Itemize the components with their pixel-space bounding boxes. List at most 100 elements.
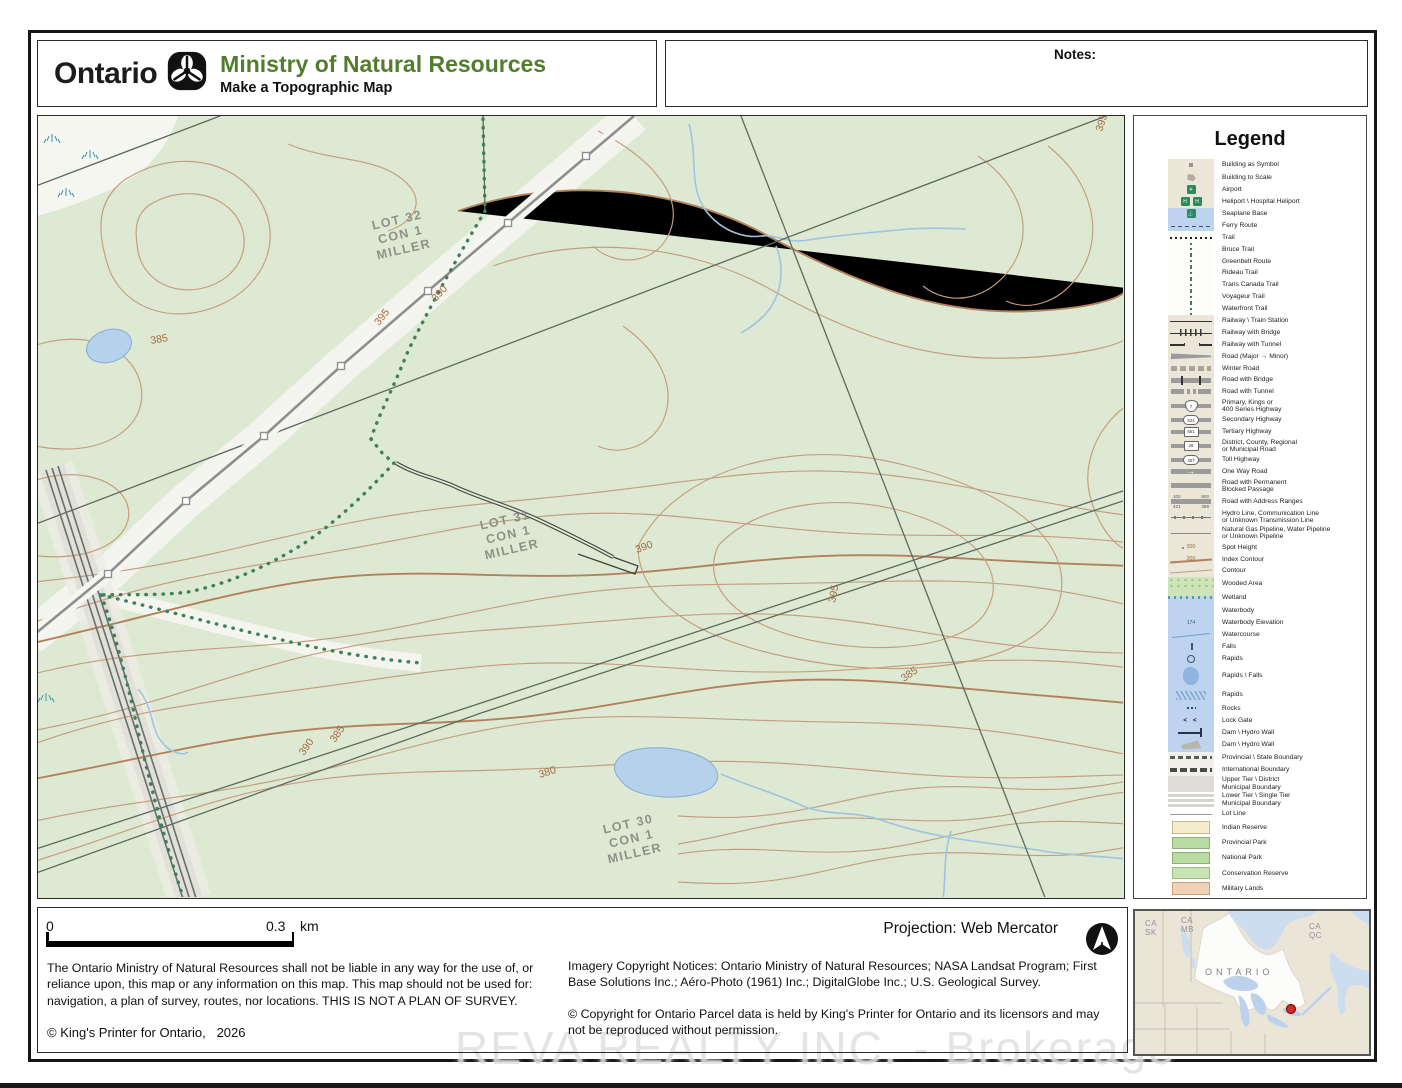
legend-label: Railway \ Train Station — [1222, 317, 1289, 324]
legend-item: Hydro Line, Communication Lineor Unknown… — [1134, 509, 1366, 525]
legend-label: Spot Height — [1222, 544, 1257, 551]
legend-item: Greenbelt Route — [1134, 255, 1366, 267]
lower_bound-icon — [1168, 792, 1214, 808]
road_addr-icon: 100500421499 — [1168, 494, 1214, 509]
legend-item: Waterbody — [1134, 605, 1366, 617]
legend-label: Dam \ Hydro Wall — [1222, 741, 1274, 748]
legend-label: Railway with Bridge — [1222, 329, 1280, 336]
legend-item: Railway \ Train Station — [1134, 315, 1366, 327]
wooded-icon — [1168, 577, 1214, 591]
legend-label: Provincial \ State Boundary — [1222, 754, 1303, 761]
trail_sq-icon — [1168, 255, 1214, 267]
legend-item: Winter Road — [1134, 362, 1366, 374]
dam1-icon — [1168, 726, 1214, 738]
legend-label: Indian Reserve — [1222, 824, 1267, 831]
ferry-icon — [1168, 220, 1214, 232]
legend-label: International Boundary — [1222, 766, 1289, 773]
lockgate-icon: < < — [1168, 714, 1214, 726]
legend-item: 7Primary, Kings or400 Series Highway — [1134, 398, 1366, 414]
legend-item: National Park — [1134, 850, 1366, 865]
legend-label: One Way Road — [1222, 468, 1267, 475]
legend-item: International Boundary — [1134, 764, 1366, 776]
legend-item: Road (Major → Minor) — [1134, 350, 1366, 362]
legend-label: Winter Road — [1222, 365, 1259, 372]
legend-item: Conservation Reserve — [1134, 866, 1366, 881]
ontario-trillium-logo-icon — [167, 51, 207, 96]
footer-panel: 0 0.3 km The Ontario Ministry of Natural… — [37, 907, 1128, 1053]
legend-label: Building to Scale — [1222, 174, 1272, 181]
notes-panel: Notes: — [665, 40, 1368, 107]
hwy_tertiary-icon: 661 — [1168, 426, 1214, 438]
legend-label: Dam \ Hydro Wall — [1222, 729, 1274, 736]
legend-item: Upper Tier \ DistrictMunicipal Boundary — [1134, 776, 1366, 792]
legend-label: Waterbody — [1222, 607, 1254, 614]
road_tunnel-icon — [1168, 386, 1214, 398]
legend-item: Natural Gas Pipeline, Water Pipelineor U… — [1134, 525, 1366, 541]
legend-item: Military Lands — [1134, 881, 1366, 896]
scalebar-unit: km — [300, 918, 319, 934]
road_major-icon — [1168, 350, 1214, 362]
legend-label: Provincial Park — [1222, 839, 1267, 846]
legend-item: Voyageur Trail — [1134, 291, 1366, 303]
bldg_sym-icon — [1168, 159, 1214, 171]
legend-label: Lot Line — [1222, 810, 1246, 817]
spot-icon: 300 — [1168, 541, 1214, 553]
legend-item: Rapids — [1134, 688, 1366, 703]
legend-item: Road with PermanentBlocked Passage — [1134, 478, 1366, 494]
legend-item: Rideau Trail — [1134, 267, 1366, 279]
legend-label: Seaplane Base — [1222, 210, 1267, 217]
legend-label: Road with PermanentBlocked Passage — [1222, 479, 1286, 494]
legend-label: Airport — [1222, 186, 1242, 193]
legend-item: 407Toll Highway — [1134, 454, 1366, 466]
falls-icon — [1168, 641, 1214, 653]
map-panel: 395 390 385 390 395 385 390 385 380 395 … — [37, 115, 1125, 899]
legend-label: Lower Tier \ Single TierMunicipal Bounda… — [1222, 792, 1290, 807]
legend-label: Waterfront Trail — [1222, 305, 1267, 312]
legend-item: Lower Tier \ Single TierMunicipal Bounda… — [1134, 792, 1366, 808]
pipeline-icon — [1168, 525, 1214, 541]
legend-panel: Legend Building as SymbolBuilding to Sca… — [1133, 115, 1367, 899]
sw_mil-icon — [1168, 881, 1214, 896]
legend-item: Building as Symbol — [1134, 159, 1366, 171]
lotline-icon — [1168, 808, 1214, 820]
sw_prov-icon — [1168, 835, 1214, 850]
legend-label: Primary, Kings or400 Series Highway — [1222, 399, 1281, 414]
legend-label: Hydro Line, Communication Lineor Unknown… — [1222, 510, 1319, 525]
map-location-dot — [1287, 1005, 1296, 1014]
trail_yellow-icon — [1168, 291, 1214, 303]
legend-label: Waterbody Elevation — [1222, 619, 1283, 626]
rocks-icon — [1168, 703, 1214, 715]
page-title: Ministry of Natural Resources — [220, 51, 546, 78]
inset-label-ontario: ONTARIO — [1205, 967, 1273, 977]
airport-icon: ✈ — [1168, 184, 1214, 196]
legend-item: 100500421499Road with Address Ranges — [1134, 494, 1366, 509]
sw_natl-icon — [1168, 850, 1214, 865]
legend-label: Road with Tunnel — [1222, 388, 1274, 395]
legend-label: Rapids \ Falls — [1222, 672, 1263, 679]
wetland-icon — [1168, 591, 1214, 605]
copyright-text: © King's Printer for Ontario, 2026 — [47, 1025, 246, 1040]
legend-label: Trans Canada Trail — [1222, 281, 1279, 288]
railway_bridge-icon — [1168, 327, 1214, 339]
contour-icon — [1168, 565, 1214, 577]
legend-item: →One Way Road — [1134, 466, 1366, 478]
trail_sq3-icon — [1168, 303, 1214, 315]
scalebar-tick — [292, 932, 295, 947]
legend-label: Toll Highway — [1222, 456, 1260, 463]
parcel-copyright-text: © Copyright for Ontario Parcel data is h… — [568, 1006, 1116, 1038]
hydro-icon — [1168, 509, 1214, 525]
legend-label: District, County, Regionalor Municipal R… — [1222, 439, 1297, 454]
legend-item: Rapids \ Falls — [1134, 665, 1366, 688]
legend-label: Wooded Area — [1222, 580, 1262, 587]
railway_tunnel-icon — [1168, 338, 1214, 350]
legend-item: Railway with Bridge — [1134, 327, 1366, 339]
legend-item: Waterfront Trail — [1134, 303, 1366, 315]
topo-map-canvas: 395 390 385 390 395 385 390 385 380 395 … — [38, 116, 1123, 897]
scalebar-end: 0.3 — [266, 918, 285, 934]
legend-item: 300 Spot Height — [1134, 541, 1366, 553]
watercourse-icon — [1168, 629, 1214, 641]
page-subtitle: Make a Topographic Map — [220, 80, 546, 96]
legend-label: Rapids — [1222, 655, 1243, 662]
scalebar — [46, 941, 294, 947]
dam2-icon — [1168, 738, 1214, 752]
